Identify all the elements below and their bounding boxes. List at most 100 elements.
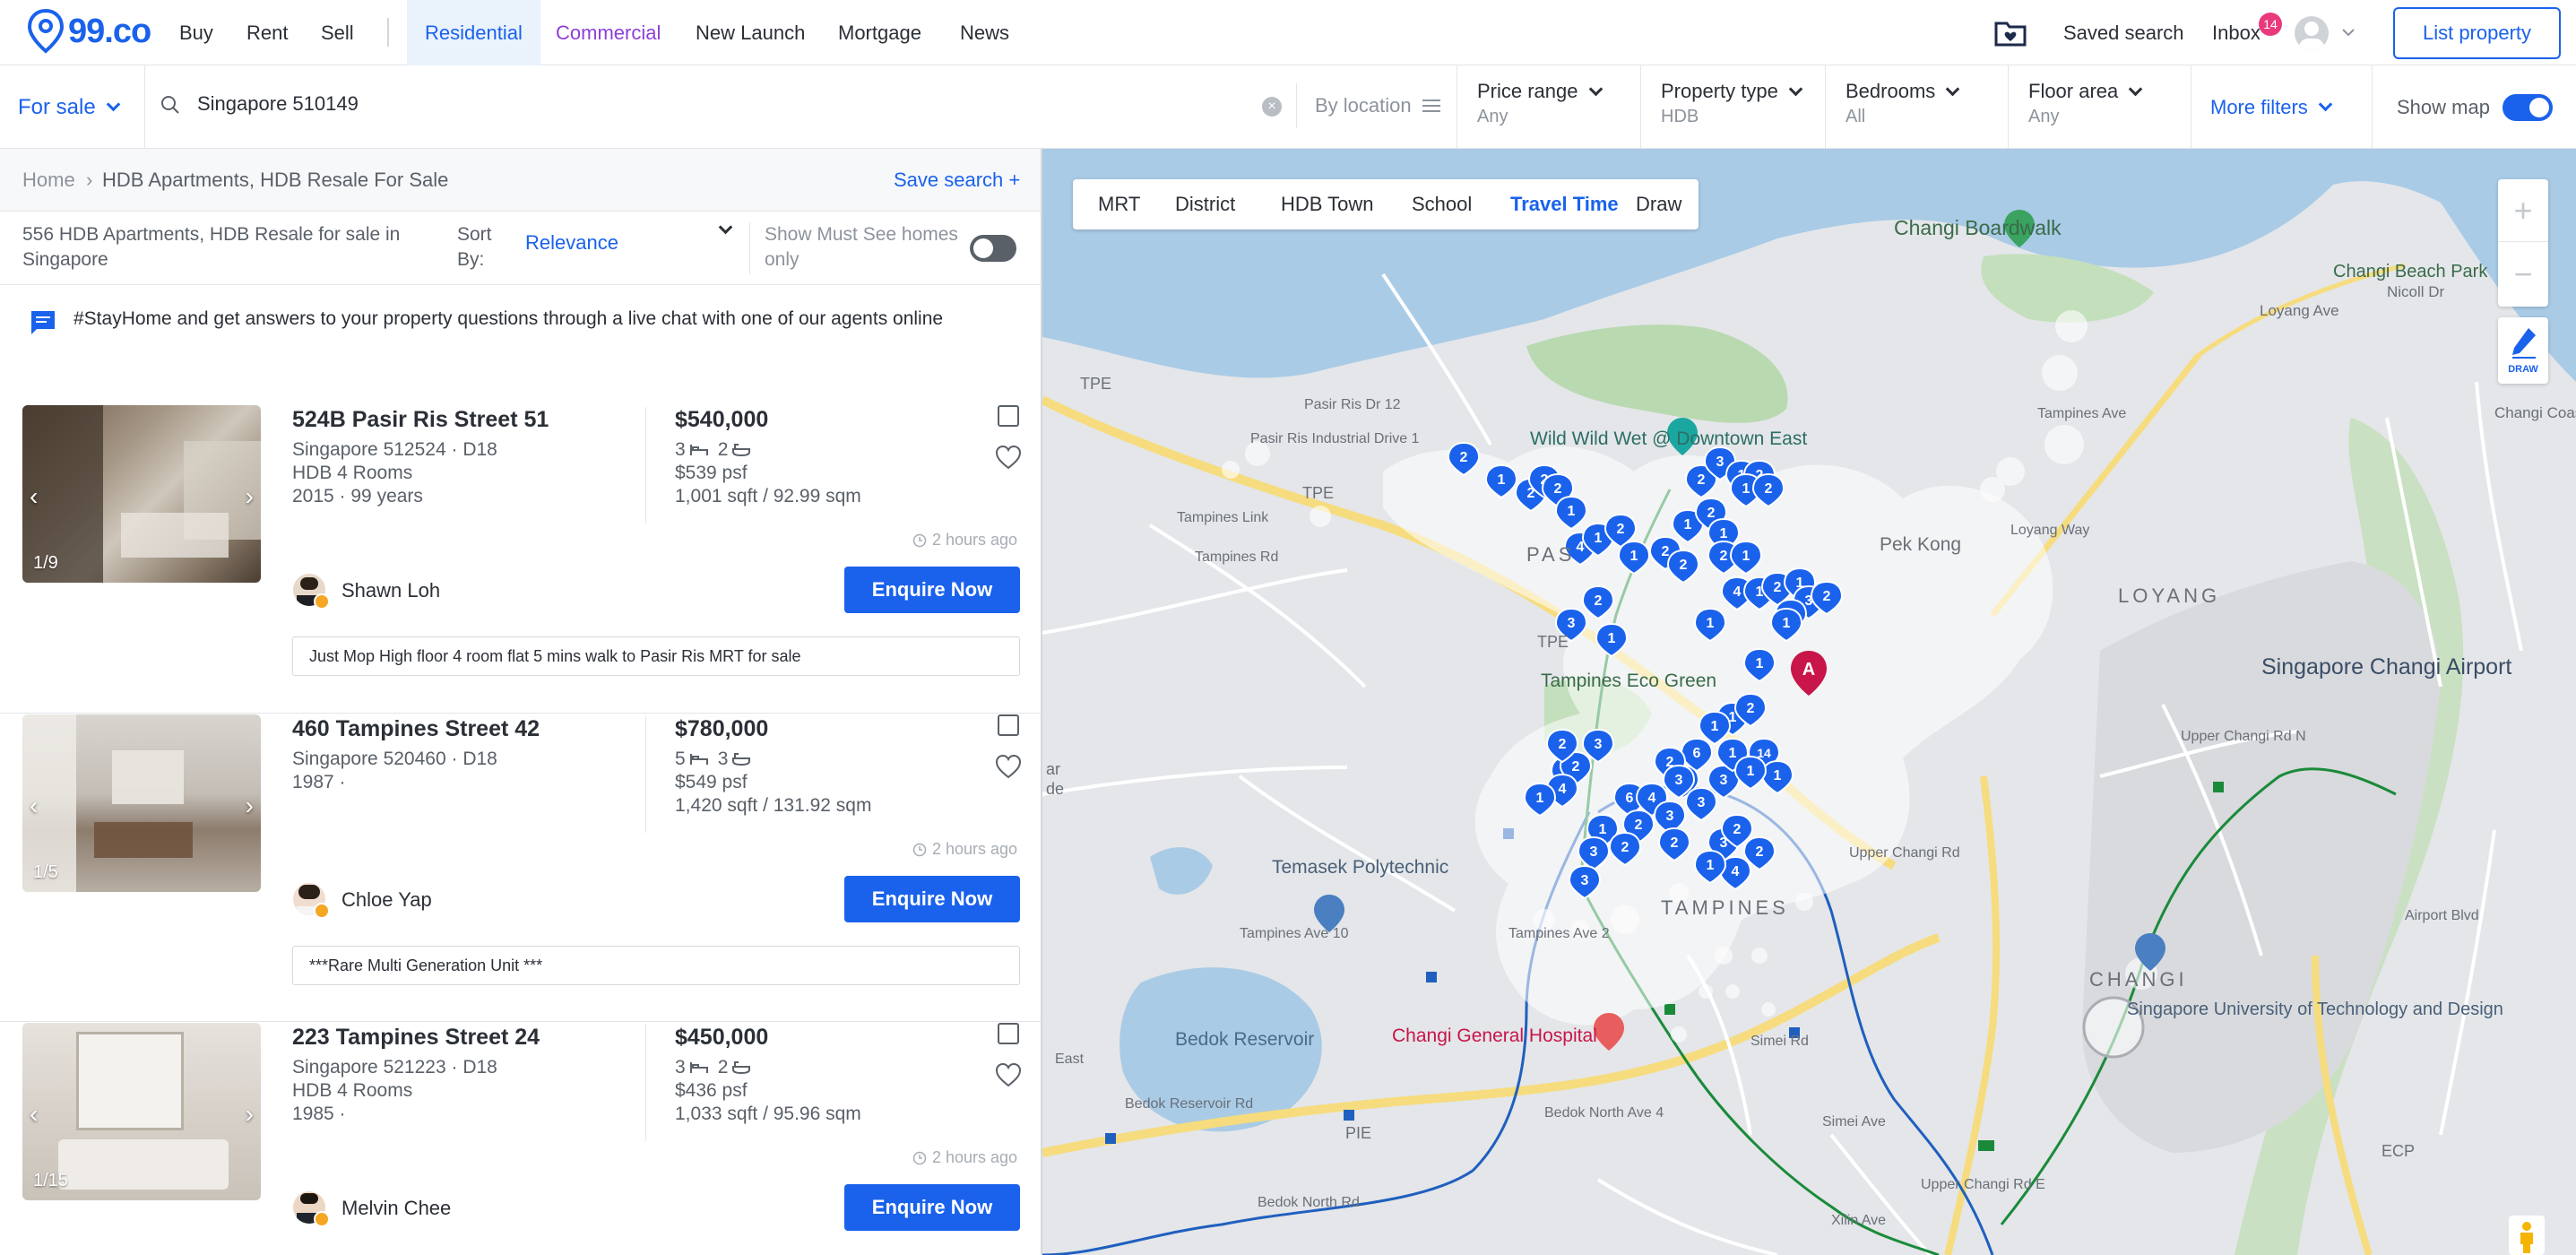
price-range-filter[interactable]: Price range Any [1457, 65, 1640, 149]
nav-mortgage[interactable]: Mortgage [838, 0, 921, 65]
compare-checkbox[interactable] [998, 1023, 1019, 1044]
listing-photo[interactable]: ‹ › 1/9 [22, 405, 261, 583]
next-photo-icon[interactable]: › [246, 792, 254, 820]
user-avatar[interactable] [2295, 16, 2329, 50]
logo-text: 99.co [68, 12, 151, 50]
saved-homes-icon[interactable] [1993, 18, 2027, 47]
tab-mrt[interactable]: MRT [1098, 179, 1140, 229]
chevron-down-icon [106, 97, 120, 112]
heart-icon[interactable] [995, 445, 1022, 470]
map-label: Temasek Polytechnic [1272, 857, 1448, 878]
listing-pin-count: 1 [1742, 481, 1750, 497]
listing-card[interactable]: ‹ › 1/15 223 Tampines Street 24 Singapor… [0, 1023, 1041, 1255]
show-map-toggle[interactable] [2503, 94, 2553, 121]
bedrooms-filter[interactable]: Bedrooms All [1825, 65, 2008, 149]
zoom-out-button[interactable]: − [2498, 243, 2548, 306]
listing-card[interactable]: ‹ › 1/9 524B Pasir Ris Street 51 Singapo… [0, 405, 1041, 714]
listing-pin-count: 2 [1698, 472, 1706, 488]
tab-hdb-town[interactable]: HDB Town [1281, 179, 1374, 229]
property-type-label: Property type [1661, 80, 1778, 102]
listing-photo[interactable]: ‹ › 1/5 [22, 714, 261, 892]
previous-photo-icon[interactable]: ‹ [30, 1100, 38, 1129]
street-view-pegman-icon[interactable] [2509, 1216, 2545, 1255]
tab-travel-time[interactable]: Travel Time [1510, 179, 1619, 229]
listing-psf: $436 psf [675, 1080, 748, 1101]
nav-news[interactable]: News [960, 0, 1009, 65]
tab-draw[interactable]: Draw [1636, 179, 1681, 229]
stayhome-banner[interactable]: #StayHome and get answers to your proper… [0, 285, 1041, 357]
by-location-dropdown[interactable]: By location [1296, 83, 1440, 128]
listing-time-text: 2 hours ago [932, 1148, 1018, 1166]
heart-icon[interactable] [995, 1062, 1022, 1087]
property-type-filter[interactable]: Property type HDB [1640, 65, 1825, 149]
nav-commercial[interactable]: Commercial [556, 0, 661, 65]
nav-buy[interactable]: Buy [179, 0, 213, 65]
listing-pin-count: 4 [1732, 864, 1740, 879]
chevron-down-icon[interactable] [2341, 27, 2356, 38]
tab-district[interactable]: District [1175, 179, 1235, 229]
clear-search-icon[interactable]: × [1262, 97, 1282, 117]
compare-checkbox[interactable] [998, 405, 1019, 427]
map-label: Simei Ave [1822, 1114, 1886, 1130]
listing-photo[interactable]: ‹ › 1/15 [22, 1023, 261, 1200]
floor-area-filter[interactable]: Floor area Any [2008, 65, 2191, 149]
previous-photo-icon[interactable]: ‹ [30, 792, 38, 820]
inbox-link[interactable]: Inbox [2212, 0, 2260, 65]
listing-year: 2015 · 99 years [292, 486, 423, 506]
list-property-button[interactable]: List property [2393, 7, 2561, 59]
map-label: Tampines Rd [1195, 550, 1278, 565]
listing-type-dropdown[interactable]: For sale [0, 65, 145, 149]
map-label: Upper Changi Rd [1849, 845, 1960, 861]
pond [1150, 847, 1213, 895]
listing-price: $450,000 [675, 1025, 769, 1050]
listing-title[interactable]: 460 Tampines Street 42 [292, 716, 540, 742]
agent-badge-icon [314, 593, 330, 610]
nav-rent[interactable]: Rent [246, 0, 288, 65]
agent-badge-icon [314, 903, 330, 919]
logo[interactable]: 99.co [27, 9, 151, 54]
nav-residential[interactable]: Residential [407, 0, 540, 65]
listing-title[interactable]: 223 Tampines Street 24 [292, 1025, 540, 1051]
map-label: PAS [1526, 543, 1575, 566]
compare-checkbox[interactable] [998, 714, 1019, 736]
must-see-toggle[interactable] [970, 235, 1016, 262]
search-input[interactable]: Singapore 510149 [197, 92, 359, 116]
listing-pin-count: 2 [1559, 737, 1567, 752]
listing-pin-count: 2 [1595, 593, 1603, 609]
more-filters-button[interactable]: More filters [2210, 65, 2333, 149]
next-photo-icon[interactable]: › [246, 482, 254, 511]
tab-school[interactable]: School [1412, 179, 1472, 229]
agent-name[interactable]: Shawn Loh [341, 579, 440, 602]
clock-icon [912, 533, 927, 547]
chevron-down-icon[interactable] [718, 220, 733, 235]
enquire-now-button[interactable]: Enquire Now [844, 1184, 1020, 1231]
nav-new-launch[interactable]: New Launch [696, 0, 805, 65]
enquire-now-button[interactable]: Enquire Now [844, 876, 1020, 922]
save-search-link[interactable]: Save search + [894, 169, 1020, 192]
map-label: TAMPINES [1661, 896, 1789, 919]
listing-psf: $549 psf [675, 772, 748, 792]
next-photo-icon[interactable]: › [246, 1100, 254, 1129]
listing-title[interactable]: 524B Pasir Ris Street 51 [292, 407, 549, 433]
map[interactable]: 2122214121221212312122141213121164213314… [1042, 149, 2576, 1255]
agent-name[interactable]: Chloe Yap [341, 888, 432, 912]
agent-name[interactable]: Melvin Chee [341, 1197, 451, 1220]
draw-button[interactable]: DRAW [2498, 317, 2548, 384]
map-canvas[interactable]: 2122214121221212312122141213121164213314… [1042, 149, 2576, 1255]
listing-pin-count: 1 [1774, 768, 1782, 783]
draw-label: DRAW [2508, 364, 2538, 375]
map-label: de [1046, 780, 1064, 798]
nav-sell[interactable]: Sell [321, 0, 354, 65]
map-label: Bedok North Rd [1258, 1195, 1360, 1210]
heart-icon[interactable] [995, 754, 1022, 779]
listing-card[interactable]: ‹ › 1/5 460 Tampines Street 42 Singapore… [0, 714, 1041, 1022]
listing-pin-count: 3 [1698, 795, 1706, 810]
saved-search-link[interactable]: Saved search [2063, 0, 2184, 65]
sort-dropdown[interactable]: Relevance [525, 231, 618, 255]
listing-time: 2 hours ago [912, 1148, 1017, 1167]
listing-pin-count: 2 [1671, 835, 1679, 851]
breadcrumb-home[interactable]: Home [22, 169, 75, 192]
previous-photo-icon[interactable]: ‹ [30, 482, 38, 511]
zoom-in-button[interactable]: + [2498, 179, 2548, 242]
enquire-now-button[interactable]: Enquire Now [844, 567, 1020, 613]
